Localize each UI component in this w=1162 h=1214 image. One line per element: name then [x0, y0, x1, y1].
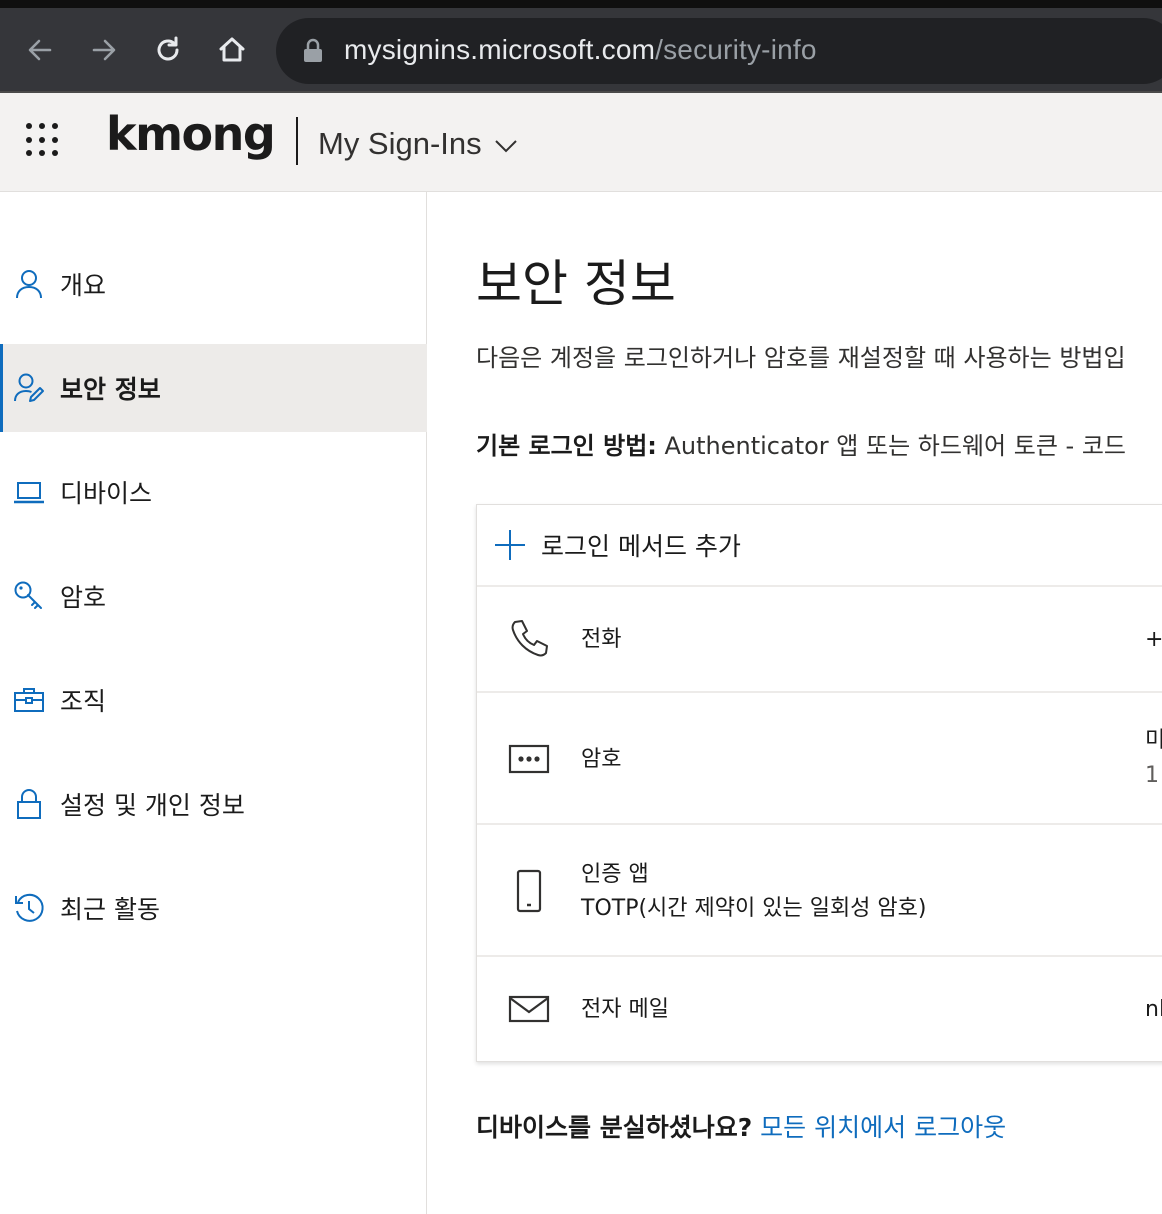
method-sublabel: TOTP(시간 제약이 있는 일회성 암호)	[581, 896, 927, 921]
laptop-icon	[12, 475, 46, 509]
default-method-label: 기본 로그인 방법:	[476, 432, 657, 460]
phone-icon	[507, 617, 551, 661]
sidebar-item-label: 설정 및 개인 정보	[60, 791, 245, 820]
brand-logo[interactable]: kmong	[106, 107, 276, 161]
history-icon	[12, 891, 46, 925]
method-label: 전자 메일	[581, 997, 669, 1022]
sidebar-item-settings-privacy[interactable]: 설정 및 개인 정보	[0, 760, 427, 848]
plus-icon	[495, 530, 525, 560]
security-methods-card: 로그인 메서드 추가 전화 + 암호 미 1 인증 앱 TOTP(시간 제약이 …	[476, 504, 1162, 1062]
url-text[interactable]: mysignins.microsoft.com/security-info	[344, 34, 817, 66]
sidebar: 개요 보안 정보 디바이스 암호 조직 설정 및 개인 정보 최근 활동	[0, 192, 427, 1214]
sidebar-item-label: 암호	[60, 583, 107, 612]
browser-toolbar: mysignins.microsoft.com/security-info	[0, 0, 1162, 93]
sidebar-item-recent-activity[interactable]: 최근 활동	[0, 864, 427, 952]
person-edit-icon	[12, 371, 46, 405]
add-signin-method-button[interactable]: 로그인 메서드 추가	[477, 505, 1162, 587]
lock-icon[interactable]	[302, 38, 324, 64]
main-content: 보안 정보 다음은 계정을 로그인하거나 암호를 재설정할 때 사용하는 방법입…	[428, 192, 1162, 1214]
product-name: My Sign-Ins	[318, 126, 482, 161]
app-header: kmong My Sign-Ins	[0, 93, 1162, 192]
method-row-email: 전자 메일 nl	[477, 957, 1162, 1063]
method-label: 암호	[581, 747, 622, 772]
url-host: mysignins.microsoft.com	[344, 34, 656, 65]
person-icon	[12, 267, 46, 301]
method-detail: nl	[1145, 997, 1162, 1022]
sidebar-item-label: 조직	[60, 687, 107, 716]
lock-icon	[12, 787, 46, 821]
app-launcher-icon[interactable]	[26, 123, 60, 157]
method-detail: +	[1145, 627, 1162, 652]
method-row-authenticator-app: 인증 앱 TOTP(시간 제약이 있는 일회성 암호)	[477, 825, 1162, 957]
sidebar-item-label: 디바이스	[60, 479, 153, 508]
page-title: 보안 정보	[476, 255, 676, 313]
default-signin-method: 기본 로그인 방법: Authenticator 앱 또는 하드웨어 토큰 - …	[476, 426, 1126, 461]
briefcase-icon	[12, 683, 46, 717]
method-detail-line1: 미	[1145, 728, 1162, 753]
method-detail-line2: 1	[1145, 763, 1159, 788]
sidebar-item-label: 개요	[60, 271, 107, 300]
method-row-phone: 전화 +	[477, 587, 1162, 693]
sidebar-item-devices[interactable]: 디바이스	[0, 448, 427, 536]
sidebar-item-organization[interactable]: 조직	[0, 656, 427, 744]
product-switcher[interactable]: My Sign-Ins	[318, 126, 518, 162]
key-icon	[12, 579, 46, 613]
chevron-down-icon	[494, 140, 517, 153]
forward-icon[interactable]	[84, 30, 124, 70]
sidebar-item-overview[interactable]: 개요	[0, 240, 427, 328]
mail-icon	[507, 987, 551, 1031]
back-icon[interactable]	[20, 30, 60, 70]
address-bar[interactable]: mysignins.microsoft.com/security-info	[276, 18, 1162, 84]
method-row-password: 암호 미 1	[477, 693, 1162, 825]
sidebar-item-password[interactable]: 암호	[0, 552, 427, 640]
url-path: /security-info	[655, 34, 817, 65]
page-description: 다음은 계정을 로그인하거나 암호를 재설정할 때 사용하는 방법입	[476, 344, 1126, 372]
sign-out-everywhere-link[interactable]: 모든 위치에서 로그아웃	[760, 1113, 1006, 1142]
add-signin-method-label: 로그인 메서드 추가	[541, 532, 741, 561]
sidebar-item-label: 보안 정보	[60, 375, 161, 404]
lost-device-prompt: 디바이스를 분실하셨나요? 모든 위치에서 로그아웃	[476, 1108, 1006, 1144]
mobile-device-icon	[507, 869, 551, 913]
header-divider	[296, 117, 298, 165]
sidebar-item-label: 최근 활동	[60, 895, 160, 924]
reload-icon[interactable]	[148, 30, 188, 70]
default-method-value: Authenticator 앱 또는 하드웨어 토큰 - 코드	[656, 432, 1127, 460]
home-icon[interactable]	[212, 30, 252, 70]
sidebar-item-security-info[interactable]: 보안 정보	[0, 344, 427, 432]
method-label: 전화	[581, 627, 622, 652]
password-dots-icon	[507, 737, 551, 781]
method-label: 인증 앱	[581, 862, 649, 887]
lost-device-question: 디바이스를 분실하셨나요?	[476, 1113, 753, 1142]
